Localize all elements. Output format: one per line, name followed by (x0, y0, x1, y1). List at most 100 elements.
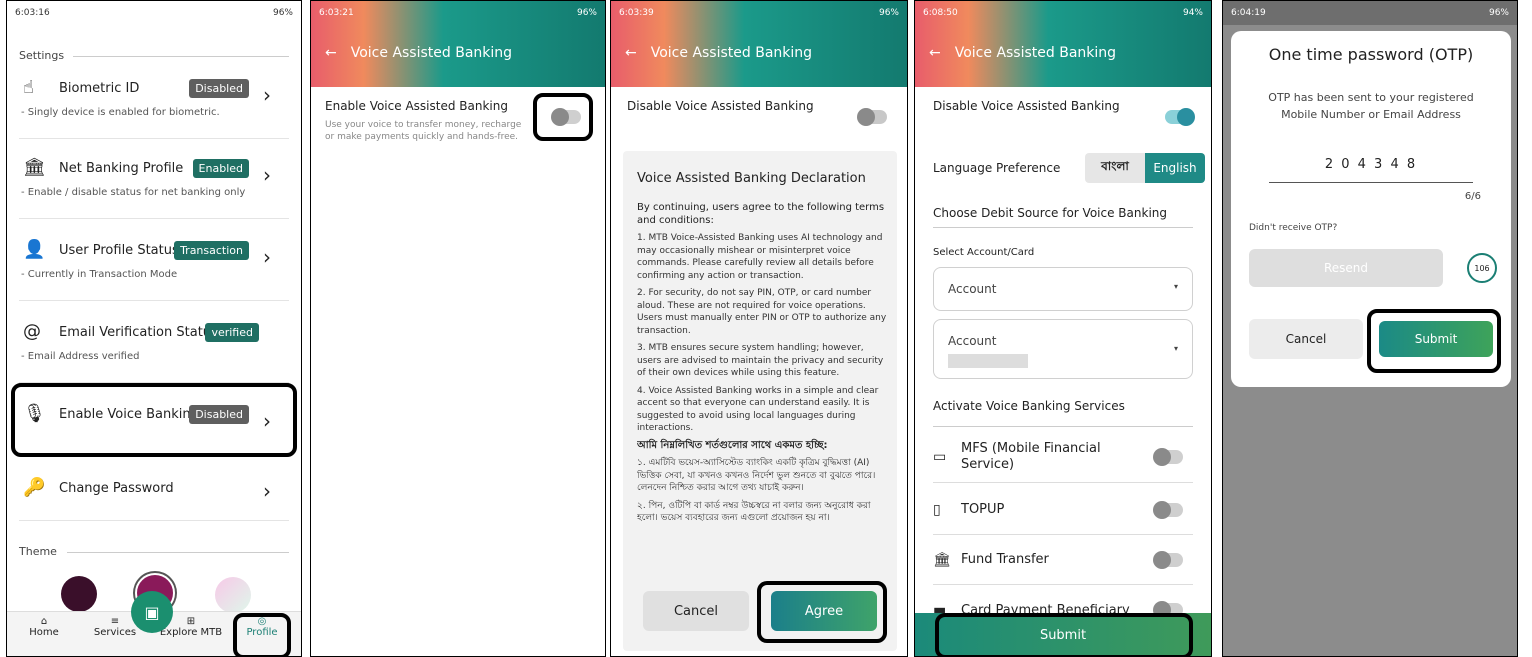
otp-input[interactable]: 2 0 4 3 4 8 (1269, 157, 1473, 183)
row-title: Change Password (59, 481, 174, 496)
cancel-button[interactable]: Cancel (643, 591, 749, 631)
wallet-icon: ▭ (933, 448, 947, 465)
page-title: Voice Assisted Banking (650, 45, 813, 61)
status-bar: 6:03:16 96% (7, 1, 301, 25)
terms-intro: By continuing, users agree to the follow… (637, 202, 885, 226)
service-toggle[interactable] (1153, 550, 1183, 569)
settings-row-email[interactable]: @ Email Verification Status - Email Addr… (19, 315, 289, 383)
highlight-box (757, 581, 887, 643)
service-label: MFS (Mobile Financial Service) (961, 440, 1101, 472)
status-battery: 96% (1488, 8, 1509, 18)
header: 6:08:50 94% ← Voice Assisted Banking (915, 1, 1211, 87)
row-subtitle: - Currently in Transaction Mode (21, 269, 178, 280)
status-battery: 96% (576, 8, 597, 18)
divider (933, 227, 1193, 228)
bn-term-item: ১. এমটিবি ভয়েস-অ্যাসিস্টেড ব্যাংকিং একট… (637, 458, 876, 493)
back-arrow-icon[interactable]: ← (325, 45, 337, 61)
back-arrow-icon[interactable]: ← (929, 45, 941, 61)
bank-icon: 🏛 (933, 551, 951, 568)
select-account-label: Select Account/Card (933, 247, 1035, 258)
highlight-box (935, 613, 1193, 656)
otp-char-count: 6/6 (1464, 191, 1481, 202)
at-icon: @ (23, 321, 41, 342)
dropdown-caret-icon: ▾ (1173, 344, 1178, 353)
status-battery: 96% (272, 8, 293, 18)
settings-row-biometric[interactable]: ☝ Biometric ID - Singly device is enable… (19, 71, 289, 139)
header: 6:03:21 96% ← Voice Assisted Banking (311, 1, 605, 87)
cancel-button[interactable]: Cancel (1249, 319, 1363, 359)
term-item: 3. MTB ensures secure system handling; h… (637, 343, 884, 378)
profile-settings-screen: 6:03:16 96% Settings ☝ Biometric ID - Si… (6, 0, 302, 657)
status-bar: 6:08:50 94% (915, 1, 1211, 25)
disable-label: Disable Voice Assisted Banking (627, 99, 814, 113)
voice-banking-toggle[interactable] (1165, 108, 1195, 126)
service-label: TOPUP (961, 502, 1005, 517)
theme-section-title: Theme (19, 545, 57, 558)
otp-message: OTP has been sent to your registered Mob… (1268, 91, 1474, 121)
disable-label: Disable Voice Assisted Banking (933, 99, 1120, 113)
dialog-title: One time password (OTP) (1268, 45, 1474, 64)
terms-text: By continuing, users agree to the follow… (637, 201, 889, 571)
status-bar: 6:03:39 96% (611, 1, 907, 25)
row-subtitle: - Singly device is enabled for biometric… (21, 107, 220, 118)
status-battery: 94% (1182, 8, 1203, 18)
theme-swatch-dark[interactable] (61, 576, 97, 612)
header: 6:03:39 96% ← Voice Assisted Banking (611, 1, 907, 87)
account-dropdown-2[interactable]: Account ▾ (933, 319, 1193, 379)
debit-source-title: Choose Debit Source for Voice Banking (933, 206, 1167, 220)
bn-term-item: ২. পিন, ওটিপি বা কার্ড নম্বর উচ্চস্বরে ন… (637, 500, 871, 524)
qr-scan-button[interactable]: ▣ (131, 591, 173, 633)
account-dropdown-1[interactable]: Account ▾ (933, 267, 1193, 311)
service-row-mfs: ▭ MFS (Mobile Financial Service) (933, 431, 1193, 483)
lang-option-bangla[interactable]: বাংলা (1085, 153, 1145, 183)
nav-home-label: Home (29, 627, 59, 638)
service-row-fund-transfer: 🏛 Fund Transfer (933, 535, 1193, 585)
language-label: Language Preference (933, 161, 1061, 175)
status-time: 6:03:21 (319, 8, 354, 18)
resend-timer: 106 (1467, 253, 1497, 283)
service-toggle[interactable] (1153, 500, 1183, 519)
phone-icon: ▯ (933, 501, 941, 518)
fingerprint-icon: ☝ (23, 77, 34, 98)
bn-terms-title: আমি নিম্নলিখিত শর্তগুলোর সাথে একমত হচ্ছি… (637, 439, 828, 451)
dropdown-value: Account (948, 282, 997, 296)
page-title: Voice Assisted Banking (350, 45, 513, 61)
masked-account-number (948, 354, 1028, 368)
user-check-icon: 👤 (23, 239, 46, 260)
nav-services-label: Services (93, 627, 137, 638)
resend-button[interactable]: Resend (1249, 249, 1443, 287)
settings-row-change-password[interactable]: 🔑 Change Password › (19, 471, 289, 521)
divider (73, 56, 289, 57)
enable-label: Enable Voice Assisted Banking (325, 99, 508, 113)
row-subtitle: - Email Address verified (21, 351, 140, 362)
term-item: 1. MTB Voice-Assisted Banking uses AI te… (637, 233, 883, 281)
chevron-right-icon: › (263, 163, 271, 187)
voice-banking-toggle[interactable] (857, 108, 887, 126)
status-time: 6:08:50 (923, 8, 958, 18)
nav-home[interactable]: ⌂ Home (19, 616, 69, 638)
enable-description: Use your voice to transfer money, rechar… (325, 120, 522, 142)
status-time: 6:04:19 (1231, 8, 1266, 18)
dropdown-caret-icon: ▾ (1173, 282, 1178, 291)
service-label: Fund Transfer (961, 552, 1049, 567)
divider (67, 552, 289, 553)
settings-row-user-profile[interactable]: 👤 User Profile Status - Currently in Tra… (19, 233, 289, 301)
back-arrow-icon[interactable]: ← (625, 45, 637, 61)
page-title: Voice Assisted Banking (954, 45, 1117, 61)
service-toggle[interactable] (1153, 447, 1183, 466)
key-icon: 🔑 (23, 477, 46, 498)
qr-icon: ▣ (144, 602, 160, 622)
row-title: Biometric ID (59, 81, 140, 96)
theme-swatch-light[interactable] (215, 577, 251, 613)
highlight-box (533, 93, 593, 141)
declaration-dialog: Voice Assisted Banking Declaration By co… (623, 151, 897, 651)
status-badge: verified (205, 323, 259, 342)
settings-row-net-banking[interactable]: 🏛 Net Banking Profile - Enable / disable… (19, 151, 289, 219)
status-bar: 6:04:19 96% (1223, 1, 1517, 25)
voice-banking-settings-screen: 6:08:50 94% ← Voice Assisted Banking Dis… (914, 0, 1212, 657)
lang-option-english[interactable]: English (1145, 153, 1205, 183)
chevron-right-icon: › (263, 83, 271, 107)
chevron-right-icon: › (263, 245, 271, 269)
term-item: 4. Voice Assisted Banking works in a sim… (637, 385, 879, 434)
didnt-receive-label: Didn't receive OTP? (1249, 223, 1338, 233)
